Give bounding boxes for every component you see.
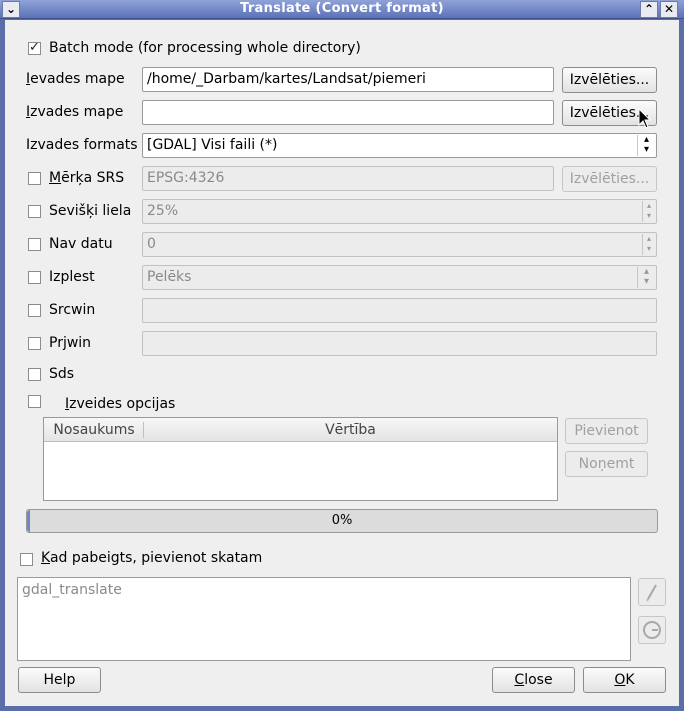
close-window-button[interactable]: ✕ bbox=[660, 1, 678, 18]
spin-arrows-icon[interactable]: ▴ ▾ bbox=[642, 234, 655, 255]
reset-command-button[interactable] bbox=[638, 616, 666, 644]
outsize-value: 25% bbox=[147, 203, 179, 219]
input-dir-field[interactable]: /home/_Darbam/kartes/Landsat/piemeri bbox=[142, 67, 554, 92]
output-dir-label: Izvades mape bbox=[26, 104, 124, 120]
close-icon: ✕ bbox=[663, 2, 675, 16]
shade-button[interactable]: ⌃ bbox=[640, 1, 658, 18]
batch-mode-checkbox[interactable] bbox=[28, 40, 41, 55]
expand-value: Pelēks bbox=[147, 269, 192, 285]
target-srs-label: Mērķa SRS bbox=[49, 170, 125, 186]
close-button[interactable]: Close bbox=[492, 667, 575, 693]
prjwin-label: Prjwin bbox=[49, 335, 92, 351]
dialog-window: ⌄ Translate (Convert format) ⌃ ✕ Batch m… bbox=[0, 0, 684, 711]
target-srs-browse-button[interactable]: Izvēlēties... bbox=[562, 166, 657, 192]
output-format-label: Izvades formats bbox=[26, 137, 138, 153]
sds-checkbox[interactable] bbox=[28, 368, 41, 381]
expand-select[interactable]: Pelēks ▴ ▾ bbox=[142, 265, 657, 290]
updown-arrow-icon: ▴ ▾ bbox=[637, 267, 655, 288]
input-dir-label: Ievades mape bbox=[26, 71, 125, 87]
target-srs-field[interactable]: EPSG:4326 bbox=[142, 166, 554, 191]
output-format-value: [GDAL] Visi faili (*) bbox=[147, 137, 278, 153]
sds-label: Sds bbox=[49, 366, 75, 382]
batch-mode-label: Batch mode (for processing whole directo… bbox=[49, 40, 361, 56]
srcwin-field[interactable] bbox=[142, 298, 657, 323]
outsize-spinbox[interactable]: 25% ▴ ▾ bbox=[142, 199, 657, 224]
reset-icon bbox=[643, 621, 661, 639]
outsize-checkbox[interactable] bbox=[28, 205, 41, 218]
column-header-value[interactable]: Vērtība bbox=[144, 422, 557, 438]
expand-checkbox[interactable] bbox=[28, 271, 41, 284]
creation-options-label: Izveides opcijas bbox=[65, 396, 176, 412]
creation-options-table[interactable]: Nosaukums Vērtība bbox=[43, 417, 558, 501]
edit-command-button[interactable] bbox=[638, 578, 666, 606]
add-option-button[interactable]: Pievienot bbox=[565, 418, 648, 444]
output-format-select[interactable]: [GDAL] Visi faili (*) ▴ ▾ bbox=[142, 133, 657, 158]
output-dir-field[interactable] bbox=[142, 100, 554, 125]
srcwin-label: Srcwin bbox=[49, 302, 96, 318]
pencil-icon bbox=[646, 584, 657, 602]
target-srs-checkbox[interactable] bbox=[28, 172, 41, 185]
command-text-area[interactable]: gdal_translate bbox=[17, 577, 631, 661]
srcwin-checkbox[interactable] bbox=[28, 304, 41, 317]
progress-bar: 0% bbox=[26, 509, 658, 533]
dialog-body: Batch mode (for processing whole directo… bbox=[5, 20, 679, 706]
ok-button[interactable]: OK bbox=[583, 667, 666, 693]
nodata-value: 0 bbox=[147, 236, 156, 252]
spin-arrows-icon[interactable]: ▴ ▾ bbox=[642, 201, 655, 222]
nodata-label: Nav datu bbox=[49, 236, 113, 252]
input-dir-browse-button[interactable]: Izvēlēties... bbox=[562, 67, 657, 93]
window-title: Translate (Convert format) bbox=[240, 1, 444, 16]
add-to-canvas-checkbox[interactable] bbox=[20, 553, 33, 566]
prjwin-field[interactable] bbox=[142, 331, 657, 356]
progress-text: 0% bbox=[331, 513, 353, 528]
prjwin-checkbox[interactable] bbox=[28, 337, 41, 350]
title-bar[interactable]: ⌄ Translate (Convert format) ⌃ ✕ bbox=[0, 0, 684, 19]
table-header: Nosaukums Vērtība bbox=[44, 418, 557, 442]
updown-arrow-icon: ▴ ▾ bbox=[637, 135, 655, 156]
help-button[interactable]: Help bbox=[18, 667, 101, 693]
expand-label: Izplest bbox=[49, 269, 95, 285]
add-to-canvas-label: Kad pabeigts, pievienot skatam bbox=[41, 550, 263, 566]
creation-options-checkbox[interactable] bbox=[28, 395, 41, 408]
nodata-checkbox[interactable] bbox=[28, 238, 41, 251]
outsize-label: Sevišķi liela bbox=[49, 203, 132, 219]
mouse-pointer-icon bbox=[638, 108, 652, 129]
column-header-name[interactable]: Nosaukums bbox=[44, 422, 144, 438]
chevron-up-icon: ⌃ bbox=[643, 2, 655, 16]
nodata-spinbox[interactable]: 0 ▴ ▾ bbox=[142, 232, 657, 257]
remove-option-button[interactable]: Noņemt bbox=[565, 451, 648, 477]
